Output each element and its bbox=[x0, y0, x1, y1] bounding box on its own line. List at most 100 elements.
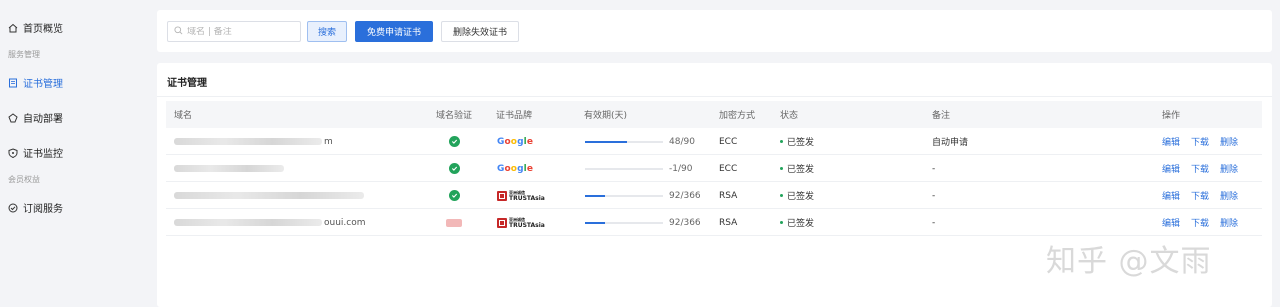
check-circle-icon bbox=[449, 163, 460, 174]
header-brand: 证书品牌 bbox=[496, 111, 533, 121]
remark-cell: - bbox=[932, 217, 936, 228]
sidebar-item-label: 证书管理 bbox=[23, 79, 63, 90]
search-input[interactable] bbox=[187, 26, 297, 37]
validity-text: 48/90 bbox=[669, 136, 695, 147]
edit-link[interactable]: 编辑 bbox=[1162, 216, 1180, 229]
download-link[interactable]: 下载 bbox=[1191, 135, 1209, 148]
redacted-domain bbox=[174, 192, 364, 199]
validity-progress-fill bbox=[585, 221, 605, 224]
delete-link[interactable]: 删除 bbox=[1220, 216, 1238, 229]
sidebar-item-subscription[interactable]: 订阅服务 bbox=[8, 200, 63, 215]
shield-icon bbox=[8, 147, 18, 158]
sidebar-item-label: 首页概览 bbox=[23, 24, 63, 35]
search-box[interactable] bbox=[167, 21, 301, 42]
sidebar-item-monitor[interactable]: 证书监控 bbox=[8, 145, 63, 160]
status-cell: 已签发 bbox=[780, 128, 814, 155]
verification-cell bbox=[449, 182, 460, 209]
sidebar-item-label: 订阅服务 bbox=[23, 204, 63, 215]
sidebar-item-home[interactable]: 首页概览 bbox=[8, 20, 63, 35]
toolbar: 搜索 免费申请证书 删除失效证书 bbox=[157, 10, 1272, 52]
validity-text: 92/366 bbox=[669, 217, 701, 228]
group-label-member: 会员权益 bbox=[8, 175, 40, 184]
delete-link[interactable]: 删除 bbox=[1220, 162, 1238, 175]
encryption-cell: RSA bbox=[719, 217, 738, 228]
download-link[interactable]: 下载 bbox=[1191, 189, 1209, 202]
validity-progress-fill bbox=[585, 140, 627, 143]
table-row: ouui.com 亚洲诚信 TRUSTAsia 92/366 RSA 已签发 - … bbox=[166, 209, 1262, 236]
download-link[interactable]: 下载 bbox=[1191, 216, 1209, 229]
actions-cell: 编辑 下载 删除 bbox=[1162, 209, 1249, 236]
delete-link[interactable]: 删除 bbox=[1220, 189, 1238, 202]
table-row: m Google 48/90 ECC 已签发 自动申请 编辑 下载 删除 bbox=[166, 128, 1262, 155]
sidebar-item-label: 自动部署 bbox=[23, 114, 63, 125]
header-remark: 备注 bbox=[932, 111, 951, 121]
status-text: 已签发 bbox=[787, 219, 815, 229]
status-dot bbox=[780, 194, 783, 197]
validity-cell: -1/90 bbox=[585, 155, 692, 182]
edit-link[interactable]: 编辑 bbox=[1162, 162, 1180, 175]
sidebar: 首页概览 服务管理 证书管理 自动部署 证书监控 会员权益 订阅服务 bbox=[0, 0, 150, 307]
verification-cell bbox=[446, 209, 462, 236]
validity-text: 92/366 bbox=[669, 190, 701, 201]
validity-progress bbox=[585, 167, 663, 170]
status-dot bbox=[780, 140, 783, 143]
status-text: 已签发 bbox=[787, 165, 815, 175]
status-cell: 已签发 bbox=[780, 182, 814, 209]
search-button[interactable]: 搜索 bbox=[307, 21, 347, 42]
validity-cell: 92/366 bbox=[585, 209, 701, 236]
table-header: 域名 域名验证 证书品牌 有效期(天) 加密方式 状态 备注 操作 bbox=[166, 101, 1262, 128]
page-title: 证书管理 bbox=[167, 78, 207, 89]
sidebar-item-deploy[interactable]: 自动部署 bbox=[8, 110, 63, 125]
domain-cell: m bbox=[174, 128, 333, 155]
validity-cell: 92/366 bbox=[585, 182, 701, 209]
header-domain: 域名 bbox=[174, 111, 193, 121]
encryption-cell: ECC bbox=[719, 136, 738, 147]
actions-cell: 编辑 下载 删除 bbox=[1162, 128, 1249, 155]
delete-link[interactable]: 删除 bbox=[1220, 135, 1238, 148]
brand-cell: Google bbox=[497, 128, 533, 155]
certificate-table: 域名 域名验证 证书品牌 有效期(天) 加密方式 状态 备注 操作 m Goog… bbox=[166, 101, 1262, 236]
header-validity: 有效期(天) bbox=[584, 111, 628, 121]
sidebar-item-certificates[interactable]: 证书管理 bbox=[8, 75, 63, 90]
trustasia-mark-icon bbox=[497, 190, 507, 201]
domain-text: m bbox=[324, 136, 333, 147]
apply-certificate-button[interactable]: 免费申请证书 bbox=[355, 21, 433, 42]
status-cell: 已签发 bbox=[780, 209, 814, 236]
search-icon bbox=[174, 25, 183, 38]
status-text: 已签发 bbox=[787, 138, 815, 148]
divider bbox=[157, 96, 1272, 97]
remark-cell: 自动申请 bbox=[932, 138, 969, 148]
domain-text: ouui.com bbox=[324, 217, 366, 228]
validity-progress-fill bbox=[585, 194, 605, 197]
brand-cell: 亚洲诚信 TRUSTAsia bbox=[497, 209, 545, 236]
status-dot bbox=[780, 167, 783, 170]
pending-verification-icon bbox=[446, 218, 462, 227]
subscription-icon bbox=[8, 203, 18, 213]
check-circle-icon bbox=[449, 136, 460, 147]
watermark: 知乎 @文雨 bbox=[1046, 244, 1212, 279]
google-logo: Google bbox=[497, 136, 534, 147]
header-verification: 域名验证 bbox=[436, 111, 473, 121]
trustasia-mark-icon bbox=[497, 217, 507, 228]
delete-invalid-button[interactable]: 删除失效证书 bbox=[441, 21, 519, 42]
redacted-domain bbox=[174, 138, 322, 145]
remark-cell: - bbox=[932, 163, 936, 174]
group-label-service: 服务管理 bbox=[8, 50, 40, 59]
domain-cell bbox=[174, 182, 366, 209]
actions-cell: 编辑 下载 删除 bbox=[1162, 182, 1249, 209]
header-encryption: 加密方式 bbox=[719, 111, 756, 121]
status-dot bbox=[780, 221, 783, 224]
trustasia-logo: 亚洲诚信 TRUSTAsia bbox=[497, 190, 545, 202]
edit-link[interactable]: 编辑 bbox=[1162, 189, 1180, 202]
validity-text: -1/90 bbox=[669, 163, 693, 174]
remark-cell: - bbox=[932, 190, 936, 201]
verification-cell bbox=[449, 155, 460, 182]
brand-cell: Google bbox=[497, 155, 533, 182]
check-circle-icon bbox=[449, 190, 460, 201]
validity-progress bbox=[585, 194, 663, 197]
download-link[interactable]: 下载 bbox=[1191, 162, 1209, 175]
encryption-cell: ECC bbox=[719, 163, 738, 174]
header-actions: 操作 bbox=[1162, 111, 1181, 121]
status-cell: 已签发 bbox=[780, 155, 814, 182]
edit-link[interactable]: 编辑 bbox=[1162, 135, 1180, 148]
